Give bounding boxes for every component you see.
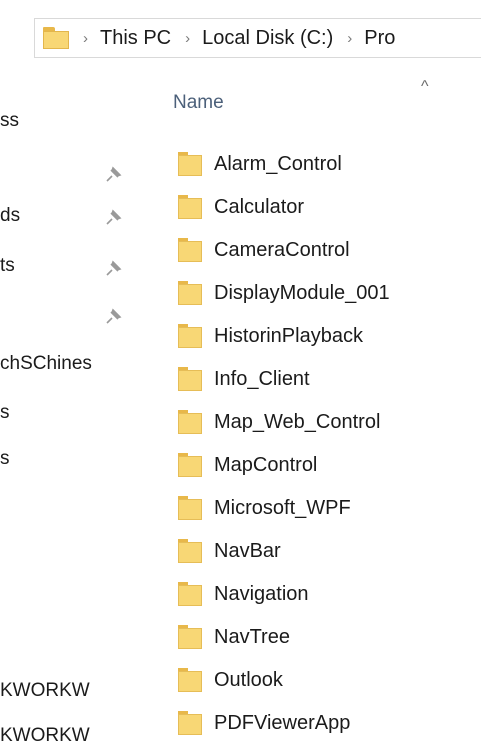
folder-name: Calculator [214,195,305,218]
list-item[interactable]: CameraControl [178,232,478,268]
nav-item[interactable]: s [0,402,10,424]
chevron-right-icon[interactable]: › [83,30,88,47]
list-item[interactable]: Outlook [178,662,478,698]
list-item[interactable]: MapControl [178,447,478,483]
folder-icon [178,238,202,262]
folder-icon [178,410,202,434]
folder-name: Alarm_Control [214,152,342,175]
chevron-right-icon[interactable]: › [185,30,190,47]
folder-name: PDFViewerApp [214,711,351,734]
folder-icon [178,539,202,563]
breadcrumb-this-pc[interactable]: This PC [100,27,171,50]
list-item[interactable]: PDFViewerApp [178,705,478,741]
list-item[interactable]: NavBar [178,533,478,569]
list-item[interactable]: Calculator [178,189,478,225]
folder-name: Navigation [214,582,309,605]
folder-name: NavBar [214,539,281,562]
nav-item[interactable]: s [0,448,10,470]
list-item[interactable]: Info_Client [178,361,478,397]
list-item[interactable]: Alarm_Control [178,146,478,182]
nav-item[interactable]: KWORKW [0,680,90,702]
folder-name: Info_Client [214,367,310,390]
pin-icon [106,308,122,324]
folder-name: Map_Web_Control [214,410,381,433]
list-item[interactable]: Map_Web_Control [178,404,478,440]
navigation-pane: ss ds ts chSChines s s KWORKW KWORKW [0,80,150,751]
folder-icon [43,27,69,49]
folder-icon [178,324,202,348]
list-item[interactable]: HistorinPlayback [178,318,478,354]
chevron-right-icon[interactable]: › [347,30,352,47]
nav-item[interactable]: KWORKW [0,725,90,747]
pin-icon [106,260,122,276]
nav-item[interactable]: chSChines [0,353,92,375]
folder-icon [178,152,202,176]
breadcrumb-local-disk[interactable]: Local Disk (C:) [202,27,333,50]
list-item[interactable]: Microsoft_WPF [178,490,478,526]
folder-name: MapControl [214,453,318,476]
folder-name: NavTree [214,625,290,648]
list-item[interactable]: Navigation [178,576,478,612]
folder-name: CameraControl [214,238,350,261]
folder-icon [178,453,202,477]
folder-icon [178,195,202,219]
sort-ascending-icon: ^ [421,78,429,95]
folder-icon [178,281,202,305]
nav-item[interactable]: ds [0,205,20,227]
address-bar[interactable]: › This PC › Local Disk (C:) › Pro [34,18,481,58]
folder-icon [178,582,202,606]
nav-item[interactable]: ss [0,110,19,132]
folder-icon [178,711,202,735]
nav-item[interactable]: ts [0,255,15,277]
folder-name: Outlook [214,668,283,691]
list-item[interactable]: DisplayModule_001 [178,275,478,311]
folder-name: Microsoft_WPF [214,496,351,519]
folder-icon [178,625,202,649]
folder-name: HistorinPlayback [214,324,363,347]
pin-icon [106,166,122,182]
folder-icon [178,367,202,391]
breadcrumb-program-files[interactable]: Pro [364,27,395,50]
folder-name: DisplayModule_001 [214,281,390,304]
folder-icon [178,668,202,692]
list-item[interactable]: NavTree [178,619,478,655]
folder-icon [178,496,202,520]
pin-icon [106,209,122,225]
column-header-name[interactable]: Name [173,92,224,114]
